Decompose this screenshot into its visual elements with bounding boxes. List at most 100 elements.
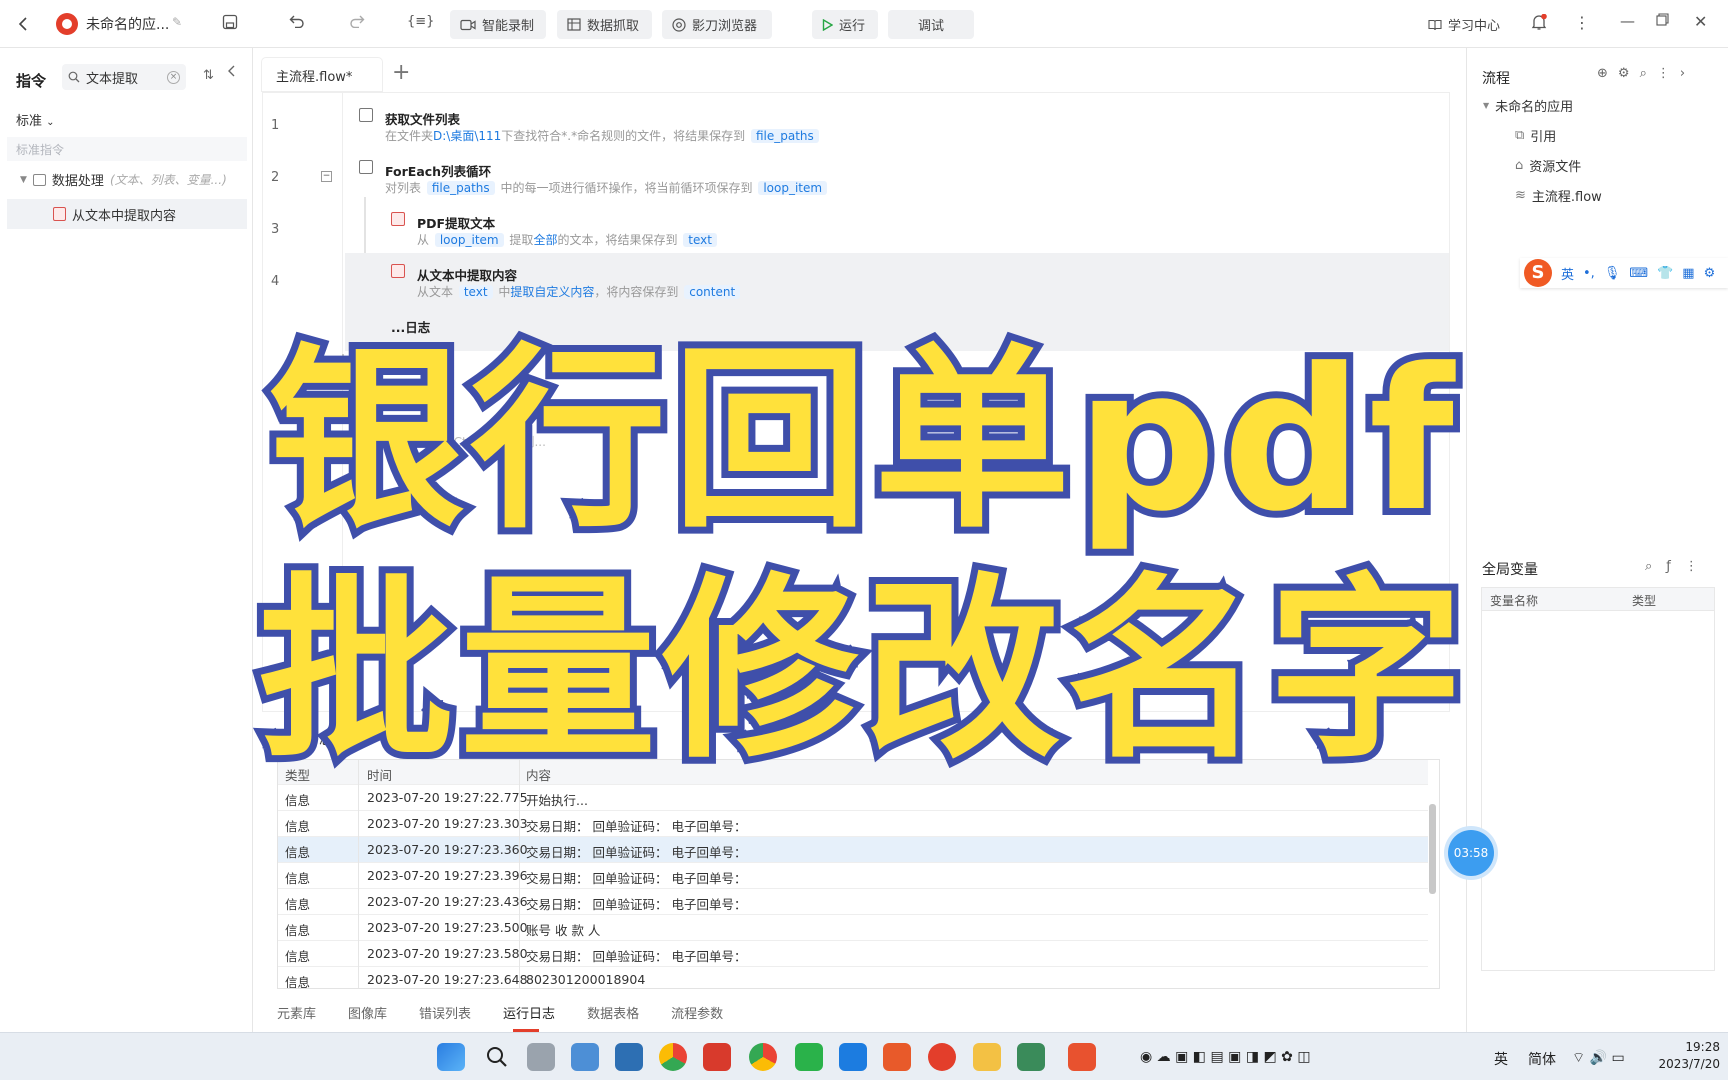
minimize-icon[interactable]: — <box>1620 12 1635 30</box>
clear-icon[interactable]: × <box>167 70 180 84</box>
feishu-icon[interactable] <box>839 1043 867 1071</box>
tree-item-main-flow[interactable]: ≋ 主流程.flow <box>1515 186 1602 205</box>
redo-icon[interactable] <box>349 14 365 28</box>
variable-tag: content <box>684 285 741 299</box>
microphone-icon[interactable]: 🎙 <box>1604 266 1621 281</box>
table-row[interactable]: 信息 2023-07-20 19:27:23.648 8023012000189​0… <box>278 967 1428 988</box>
notepad-icon[interactable] <box>1017 1043 1045 1071</box>
sort-icon[interactable]: ⇅ <box>203 68 214 83</box>
tree-item-reference[interactable]: ⧉ 引用 <box>1515 126 1556 145</box>
flow-editor: 1 2 3 4 − + 获取文件列表 在文件夹D:\桌面\111下查找符合*.*… <box>262 92 1450 712</box>
ime-mode[interactable]: 简体 <box>1528 1049 1556 1069</box>
tray-icons[interactable]: ◉ ☁ ▣ ◧ ▤ ▣ ◨ ◩ ✿ ◫ <box>1140 1049 1311 1065</box>
table-row[interactable]: 信息 2023-07-20 19:27:22.775 开始执行... <box>278 785 1428 811</box>
option-link[interactable]: 全部 <box>533 233 557 247</box>
search-icon[interactable]: ⌕ <box>1640 66 1647 81</box>
table-row[interactable]: 信息 2023-07-20 19:27:23.360 交易日期： 回单验证码： 电子… <box>278 837 1428 863</box>
snipping-icon[interactable] <box>615 1043 643 1071</box>
more-icon[interactable]: ⋮ <box>1685 559 1698 574</box>
table-row[interactable]: 信息 2023-07-20 19:27:23.436 交易日期： 回单验证码： 电子… <box>278 889 1428 915</box>
app-logo-icon <box>56 13 78 35</box>
flow-step-selected[interactable]: 从文本中提取内容 从文本 text 中提取自定义内容，将内容保存到 conten… <box>345 253 1449 305</box>
input-lang[interactable]: 英 <box>1494 1049 1508 1069</box>
skin-icon[interactable]: 👕 <box>1657 266 1673 281</box>
wps-icon[interactable] <box>703 1043 731 1071</box>
tab-data-table[interactable]: 数据表格 <box>587 1003 639 1022</box>
variables-icon[interactable]: {≡} <box>407 14 434 29</box>
search-icon[interactable]: ⌕ <box>1645 559 1652 574</box>
recording-timer[interactable]: 03:58 <box>1448 830 1494 876</box>
link-icon: ⧉ <box>1515 128 1525 143</box>
collapse-panel-icon[interactable] <box>227 65 235 81</box>
table-row[interactable]: 信息 2023-07-20 19:27:23.396 交易日期： 回单验证码： 电子… <box>278 863 1428 889</box>
clock[interactable]: 19:28 2023/7/20 <box>1650 1039 1720 1073</box>
tree-item-extract-text[interactable]: 从文本中提取内容 <box>7 199 247 229</box>
apps-icon[interactable]: ▦ <box>1682 266 1694 281</box>
restore-icon[interactable] <box>1656 13 1669 26</box>
command-type-dropdown[interactable]: 标准 ⌄ <box>16 110 55 129</box>
wifi-volume-battery-icons[interactable]: ⌔ 🔊 ▭ <box>1572 1049 1625 1067</box>
photos-icon[interactable] <box>571 1043 599 1071</box>
tab-image-library[interactable]: 图像库 <box>348 1003 387 1022</box>
tab-run-log[interactable]: 运行日志 <box>503 1003 555 1032</box>
browser-button[interactable]: 影刀浏览器 <box>662 10 772 39</box>
debug-button[interactable]: 调试 <box>888 10 974 39</box>
run-button[interactable]: 运行 <box>812 10 878 39</box>
table-row[interactable]: 信息 2023-07-20 19:27:23.580 交易日期： 回单验证码： 电子… <box>278 941 1428 967</box>
learning-center-button[interactable]: 学习中心 <box>1428 15 1500 34</box>
variable-tag: text <box>683 233 717 247</box>
fold-toggle[interactable]: − <box>321 171 332 182</box>
flow-step[interactable]: ...日志 <box>345 305 1449 351</box>
task-view-icon[interactable] <box>527 1043 555 1071</box>
tree-item-resources[interactable]: ⌂ 资源文件 <box>1515 156 1581 175</box>
add-tab-icon[interactable]: + <box>392 60 410 85</box>
add-step-icon[interactable]: + <box>338 351 348 365</box>
table-row[interactable]: 信息 2023-07-20 19:27:23.500 账号 收 款 人 <box>278 915 1428 941</box>
tab-main-flow[interactable]: 主流程.flow* <box>262 58 382 91</box>
scroll-thumb[interactable] <box>1429 804 1436 894</box>
smart-record-button[interactable]: 智能录制 <box>450 10 546 39</box>
flow-step[interactable]: ForEach列表循环 对列表 file_paths 中的每一项进行循环操作，将… <box>345 149 1449 201</box>
yingdao-icon[interactable] <box>928 1043 956 1071</box>
close-icon[interactable]: ✕ <box>1694 12 1707 31</box>
app-title[interactable]: 未命名的应... <box>86 14 169 34</box>
more-icon[interactable]: ⋮ <box>1574 13 1590 32</box>
function-icon[interactable]: ƒ <box>1666 559 1671 574</box>
flow-step[interactable]: PDF提取文本 从 loop_item 提取全部的文本，将结果保存到 text <box>345 201 1449 253</box>
tab-error-list[interactable]: 错误列表 <box>419 1003 471 1022</box>
bell-icon[interactable] <box>1531 14 1547 31</box>
keyboard-icon[interactable]: ⌨ <box>1629 266 1648 281</box>
file-explorer-icon[interactable] <box>973 1043 1001 1071</box>
add-flow-icon[interactable]: ⊕ <box>1597 66 1608 81</box>
more-icon[interactable]: ⋮ <box>1657 66 1670 81</box>
log-scrollbar[interactable] <box>1428 774 1437 974</box>
app-icon[interactable] <box>883 1043 911 1071</box>
ime-lang[interactable]: 英 <box>1561 264 1574 283</box>
punctuation-icon[interactable]: •, <box>1583 266 1595 281</box>
edit-title-icon[interactable]: ✎ <box>172 15 182 29</box>
tab-element-library[interactable]: 元素库 <box>277 1003 316 1022</box>
back-icon[interactable] <box>12 12 34 36</box>
command-search-input[interactable]: 文本提取 × <box>62 64 186 90</box>
app-icon[interactable] <box>659 1043 687 1071</box>
app-icon[interactable] <box>1068 1043 1096 1071</box>
folder-icon: ⌂ <box>1515 158 1524 173</box>
expand-panel-icon[interactable]: › <box>1680 66 1685 81</box>
wechat-icon[interactable] <box>795 1043 823 1071</box>
settings-icon[interactable]: ⚙ <box>1704 266 1716 281</box>
settings-icon[interactable]: ⚙ <box>1618 66 1630 81</box>
undo-icon[interactable] <box>289 14 305 28</box>
option-link[interactable]: 提取自定义内容 <box>510 285 594 299</box>
start-icon[interactable] <box>437 1043 465 1071</box>
save-icon[interactable] <box>222 14 238 30</box>
tab-flow-params[interactable]: 流程参数 <box>671 1003 723 1022</box>
file-list-icon <box>359 108 373 122</box>
search-icon[interactable] <box>483 1043 511 1071</box>
chrome-icon[interactable] <box>749 1043 777 1071</box>
tree-group-data-processing[interactable]: ▼ 数据处理 (文本、列表、变量...) <box>20 170 227 189</box>
table-row[interactable]: 信息 2023-07-20 19:27:23.303 交易日期： 回单验证码： 电子… <box>278 811 1428 837</box>
table-header: 类型 时间 内容 <box>278 760 1428 785</box>
app-tree-node[interactable]: ▼ 未命名的应用 <box>1483 96 1573 115</box>
data-capture-button[interactable]: 数据抓取 <box>557 10 652 39</box>
flow-step[interactable]: 获取文件列表 在文件夹D:\桌面\111下查找符合*.*命名规则的文件，将结果保… <box>345 97 1449 149</box>
